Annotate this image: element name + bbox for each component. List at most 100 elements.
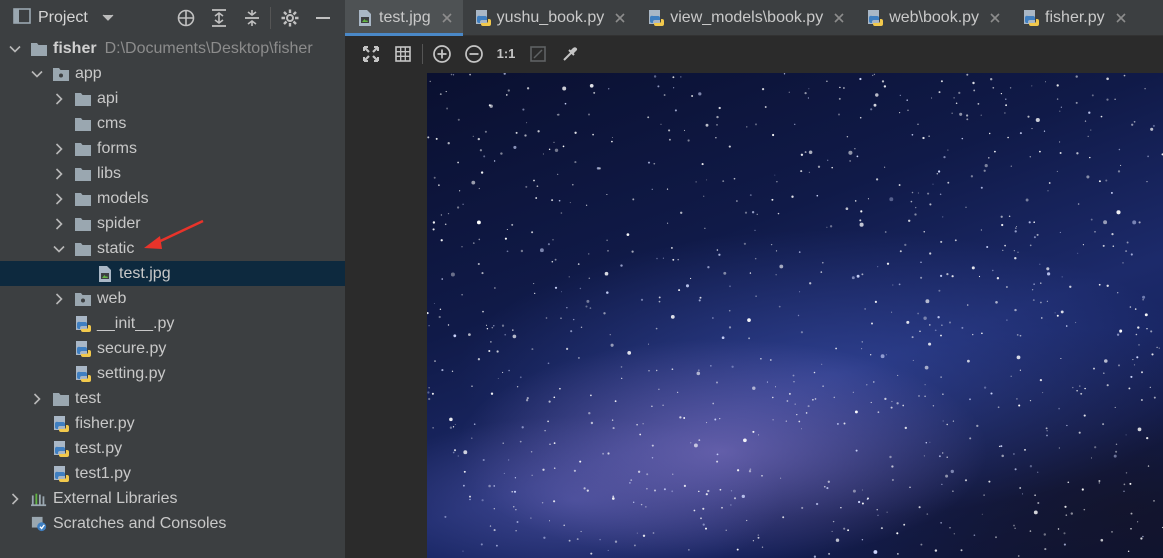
- image-file-icon: [97, 265, 113, 282]
- tree-item[interactable]: Scratches and Consoles: [0, 511, 345, 536]
- project-path: D:\Documents\Desktop\fisher: [104, 39, 313, 57]
- fit-icon[interactable]: [355, 40, 387, 68]
- python-file-icon: [75, 315, 91, 332]
- project-window-icon: [13, 7, 31, 29]
- project-panel-title: Project: [38, 9, 88, 26]
- annotation-arrow-icon: [144, 219, 204, 249]
- chevron-right-icon[interactable]: [52, 192, 66, 206]
- tree-item[interactable]: test: [0, 386, 345, 411]
- editor-tab[interactable]: yushu_book.py: [463, 0, 637, 36]
- folder-icon: [53, 391, 69, 407]
- tree-item-label: web: [97, 289, 127, 307]
- python-file-icon: [53, 440, 69, 457]
- image-file-icon: [357, 10, 373, 26]
- chevron-right-icon[interactable]: [52, 217, 66, 231]
- tree-item[interactable]: web: [0, 286, 345, 311]
- tree-item-label: Scratches and Consoles: [53, 514, 227, 532]
- tree-item-label: api: [97, 89, 119, 107]
- tree-item[interactable]: secure.py: [0, 336, 345, 361]
- folder-icon: [75, 166, 91, 182]
- collapse-all-icon[interactable]: [235, 0, 268, 36]
- tree-item[interactable]: libs: [0, 161, 345, 186]
- python-file-icon: [648, 10, 665, 26]
- folder-icon: [75, 216, 91, 232]
- chevron-down-icon[interactable]: [52, 242, 66, 256]
- project-view-selector[interactable]: Project: [13, 0, 114, 36]
- tree-item-label: models: [97, 189, 149, 207]
- tab-label: yushu_book.py: [496, 9, 605, 26]
- project-tool-window: Project fisher D:\Documents\Desktop\fish…: [0, 0, 345, 558]
- tree-item[interactable]: test.jpg: [0, 261, 345, 286]
- folder-icon: [75, 141, 91, 157]
- image-viewer-toolbar: 1:1: [345, 37, 1163, 70]
- tree-item-label: static: [97, 239, 135, 257]
- project-tree: fisher D:\Documents\Desktop\fisher app api c…: [0, 36, 345, 536]
- tree-item[interactable]: setting.py: [0, 361, 345, 386]
- editor-area: test.jpg yushu_book.py view_models\book.py…: [345, 0, 1163, 558]
- chevron-right-icon[interactable]: [30, 392, 44, 406]
- tree-item[interactable]: fisher.py: [0, 411, 345, 436]
- python-file-icon: [75, 340, 91, 357]
- tree-item-label: cms: [97, 114, 127, 132]
- python-file-icon: [53, 465, 69, 482]
- expand-all-icon[interactable]: [202, 0, 235, 36]
- actual-size-button[interactable]: 1:1: [490, 40, 522, 68]
- python-file-icon: [475, 10, 491, 26]
- toolbar-divider: [422, 43, 423, 64]
- tree-item[interactable]: api: [0, 86, 345, 111]
- folder-icon: [75, 241, 91, 257]
- tree-item[interactable]: forms: [0, 136, 345, 161]
- package-folder-icon: [53, 66, 69, 82]
- python-file-icon: [53, 415, 69, 432]
- tree-item-label: libs: [97, 164, 122, 182]
- chevron-right-icon[interactable]: [52, 92, 66, 106]
- tree-item[interactable]: test1.py: [0, 461, 345, 486]
- editor-tab[interactable]: view_models\book.py: [636, 0, 855, 36]
- locate-icon[interactable]: [169, 0, 202, 36]
- chevron-right-icon[interactable]: [52, 142, 66, 156]
- tree-item[interactable]: test.py: [0, 436, 345, 461]
- close-icon[interactable]: [833, 12, 845, 24]
- tree-item[interactable]: fisher D:\Documents\Desktop\fisher: [0, 36, 345, 61]
- tree-item-label: fisher: [53, 39, 97, 57]
- tree-item-label: test1.py: [75, 464, 132, 482]
- editor-tab[interactable]: web\book.py: [855, 0, 1011, 36]
- close-icon[interactable]: [989, 12, 1001, 24]
- tree-item[interactable]: External Libraries: [0, 486, 345, 511]
- project-panel-header: Project: [0, 0, 345, 36]
- folder-icon: [75, 116, 91, 132]
- gear-icon[interactable]: [273, 0, 306, 36]
- chevron-right-icon[interactable]: [8, 492, 22, 506]
- tree-item[interactable]: cms: [0, 111, 345, 136]
- background-icon[interactable]: [522, 40, 554, 68]
- tree-item-label: fisher.py: [75, 414, 135, 432]
- tree-item[interactable]: __init__.py: [0, 311, 345, 336]
- project-header-tools: [169, 0, 339, 36]
- folder-icon: [75, 191, 91, 207]
- zoom-in-icon[interactable]: [426, 40, 458, 68]
- toolbar-divider: [270, 7, 271, 29]
- tree-item-label: test: [75, 389, 101, 407]
- chevron-down-icon[interactable]: [30, 67, 44, 81]
- minimize-icon[interactable]: [306, 0, 339, 36]
- close-icon[interactable]: [441, 12, 453, 24]
- editor-tab[interactable]: test.jpg: [345, 0, 463, 36]
- color-picker-icon[interactable]: [554, 40, 586, 68]
- tree-item-label: secure.py: [97, 339, 167, 357]
- zoom-out-icon[interactable]: [458, 40, 490, 68]
- grid-icon[interactable]: [387, 40, 419, 68]
- chevron-right-icon[interactable]: [52, 167, 66, 181]
- close-icon[interactable]: [1115, 12, 1127, 24]
- chevron-down-icon[interactable]: [8, 42, 22, 56]
- close-icon[interactable]: [614, 12, 626, 24]
- editor-tab[interactable]: fisher.py: [1011, 0, 1137, 36]
- python-file-icon: [867, 10, 884, 26]
- tree-item[interactable]: models: [0, 186, 345, 211]
- chevron-right-icon[interactable]: [52, 292, 66, 306]
- tree-item-label: test.jpg: [119, 264, 171, 282]
- tree-item[interactable]: app: [0, 61, 345, 86]
- image-preview: [427, 73, 1163, 558]
- scratches-icon: [31, 516, 47, 532]
- tree-item-label: External Libraries: [53, 489, 178, 507]
- starfield-image: [427, 73, 1163, 558]
